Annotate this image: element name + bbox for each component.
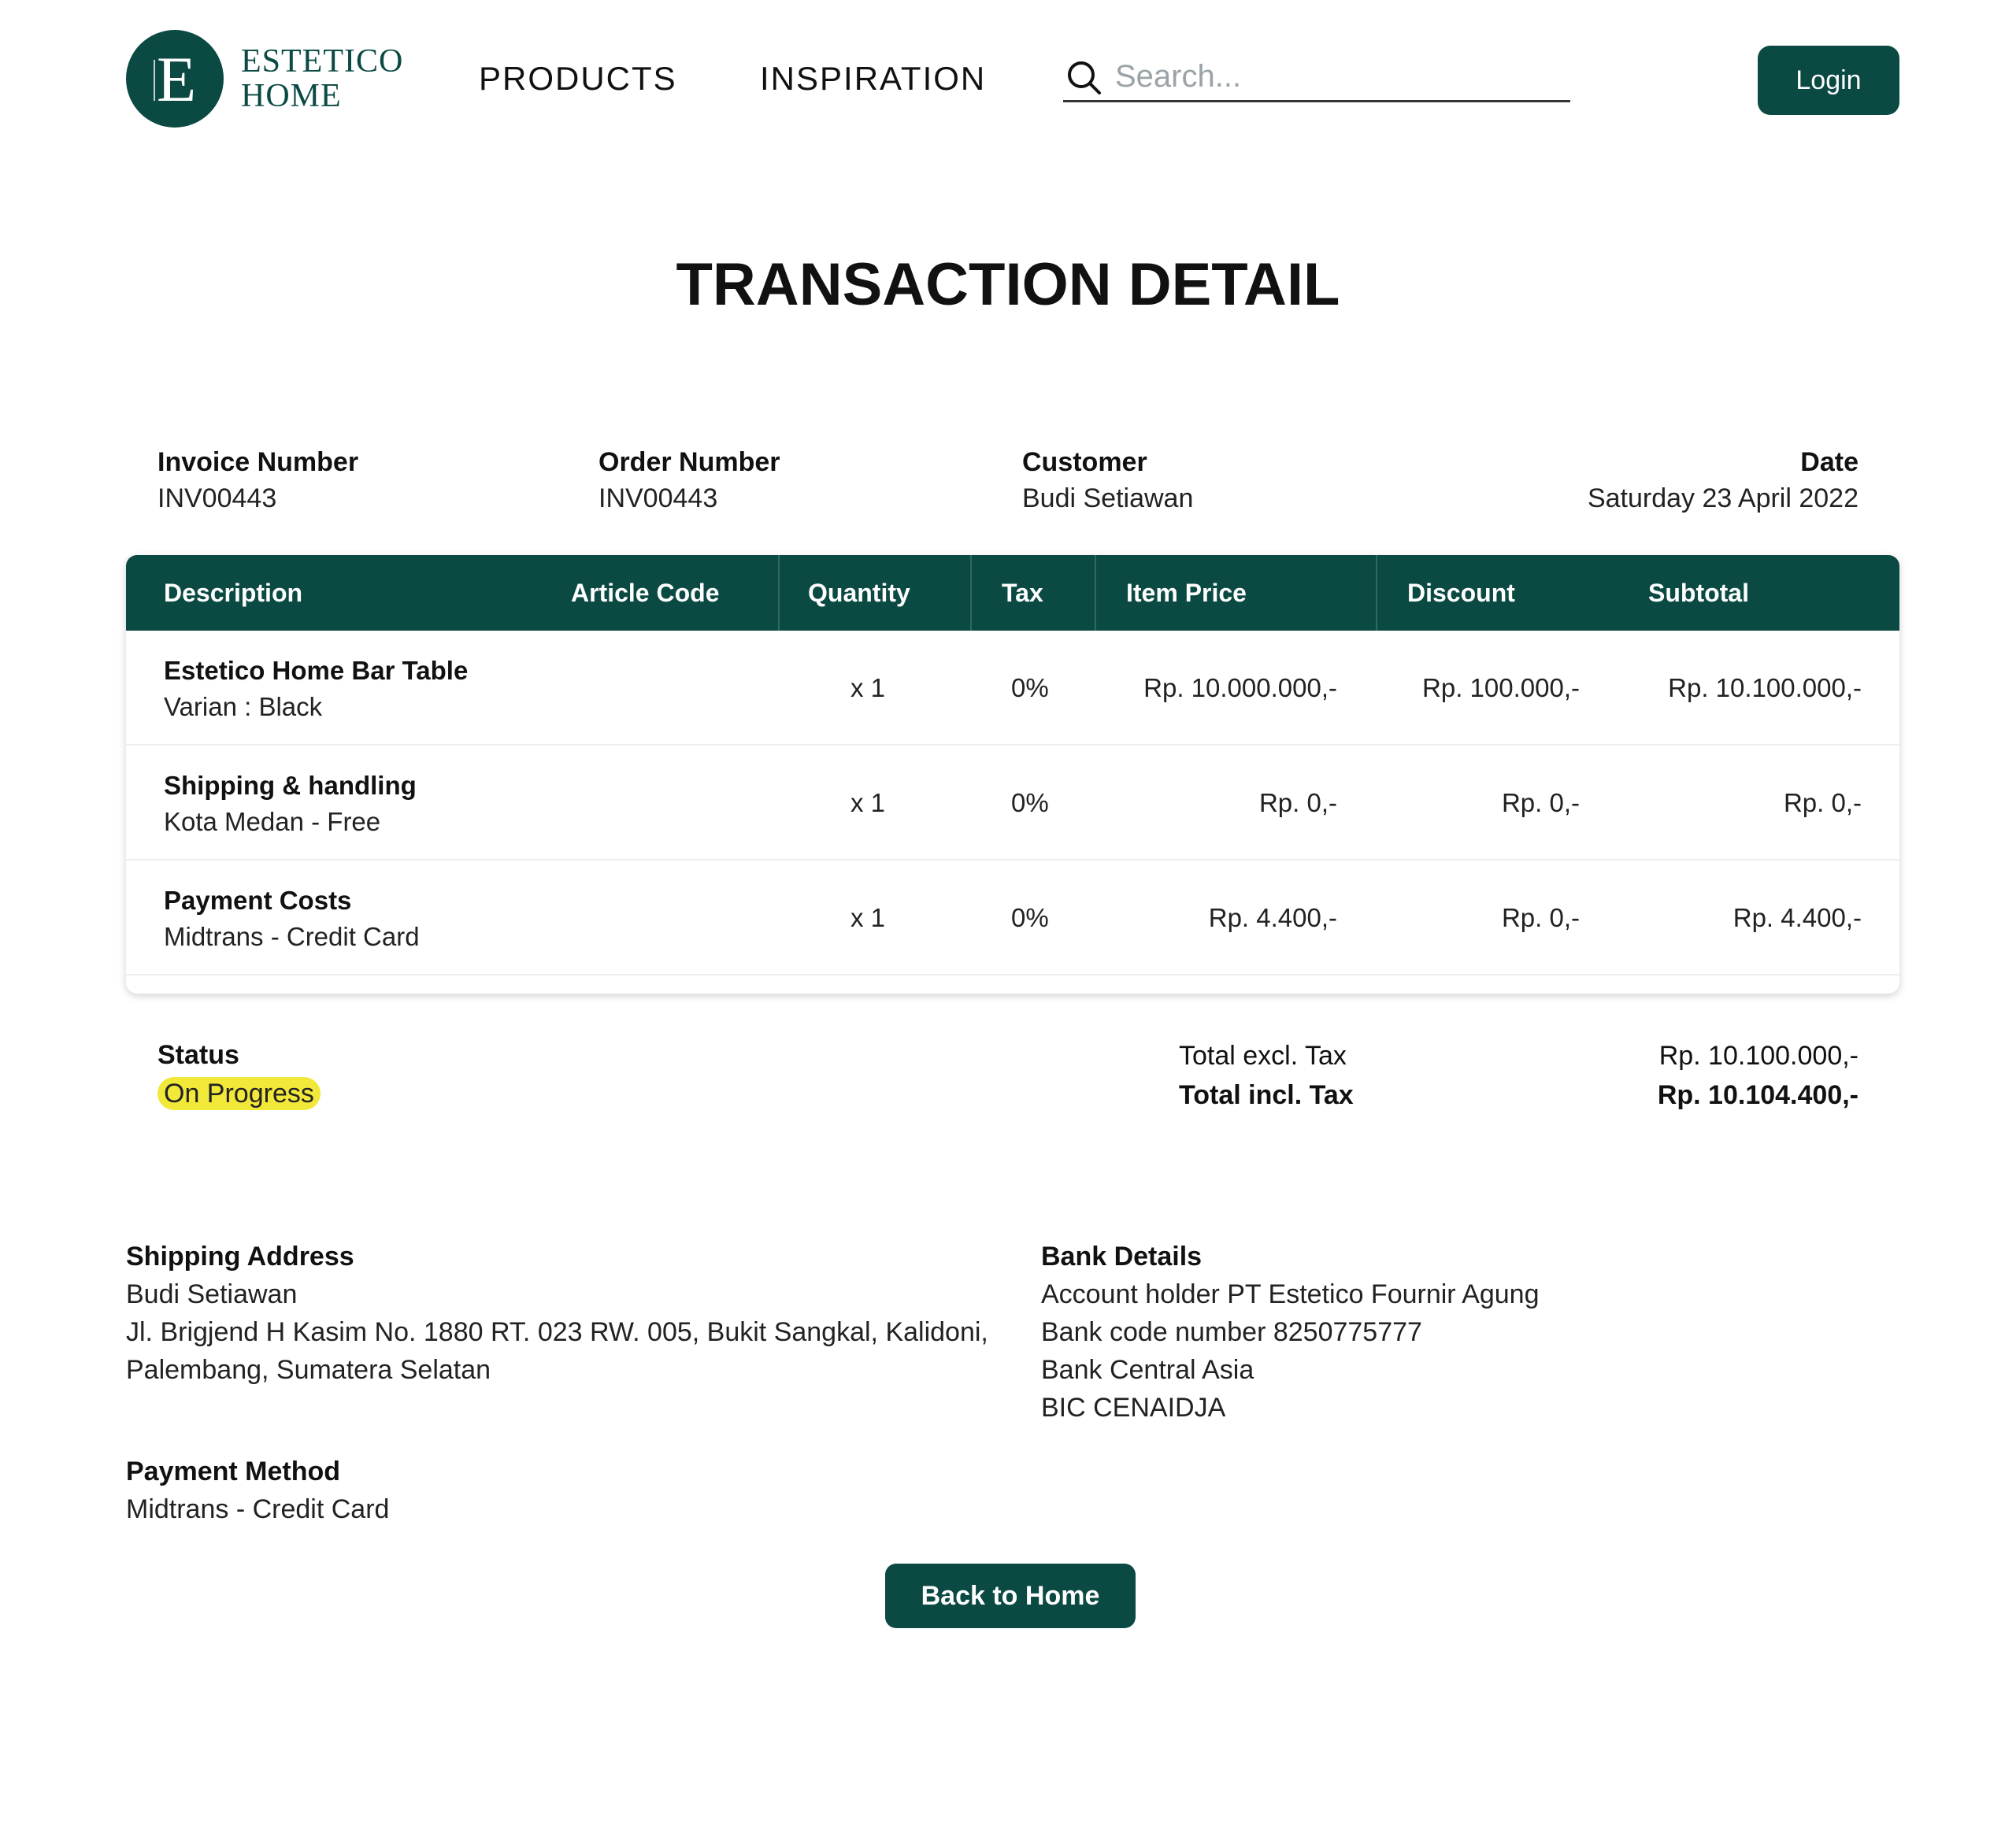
search-icon: [1068, 61, 1101, 94]
header-quantity: Quantity: [808, 578, 910, 607]
customer: Customer Budi Setiawan: [1022, 445, 1193, 517]
header-article-code: Article Code: [571, 578, 720, 607]
shipping-address-label: Shipping Address: [126, 1242, 354, 1272]
header-description: Description: [164, 578, 303, 607]
table-row: Shipping & handling Kota Medan - Free x …: [126, 746, 1899, 861]
brand-name-line2: HOME: [241, 78, 342, 114]
row-subtitle: Varian : Black: [164, 692, 323, 721]
order-status: Status On Progress: [158, 1036, 321, 1110]
row-discount: Rp. 100.000,-: [1422, 673, 1580, 702]
logo-mark-icon: E: [126, 30, 224, 128]
row-tax: 0%: [1011, 788, 1049, 817]
row-item-price: Rp. 10.000.000,-: [1143, 673, 1337, 702]
bank-account-holder: Account holder PT Estetico Fournir Agung: [1041, 1279, 1540, 1309]
table-row: Payment Costs Midtrans - Credit Card x 1…: [126, 861, 1899, 975]
total-excl-tax-label: Total excl. Tax: [1179, 1041, 1347, 1071]
customer-value: Budi Setiawan: [1022, 483, 1194, 513]
payment-method: Payment Method Midtrans - Credit Card: [126, 1453, 389, 1528]
row-description: Shipping & handling Kota Medan - Free: [164, 768, 417, 840]
row-discount: Rp. 0,-: [1501, 788, 1580, 817]
header-divider: [970, 555, 972, 631]
status-label: Status: [158, 1040, 239, 1070]
invoice-number-value: INV00443: [158, 483, 277, 513]
bank-code: Bank code number 8250775777: [1041, 1317, 1422, 1347]
row-quantity: x 1: [850, 903, 886, 932]
row-title: Payment Costs: [164, 886, 352, 915]
header-divider: [778, 555, 780, 631]
header-discount: Discount: [1407, 578, 1515, 607]
order-number: Order Number INV00443: [598, 445, 780, 517]
row-subtotal: Rp. 0,-: [1783, 788, 1862, 817]
payment-method-value: Midtrans - Credit Card: [126, 1494, 390, 1524]
header-tax: Tax: [1002, 578, 1043, 607]
row-tax: 0%: [1011, 673, 1049, 702]
back-to-home-button[interactable]: Back to Home: [885, 1564, 1136, 1628]
row-title: Estetico Home Bar Table: [164, 656, 469, 685]
bank-bic: BIC CENAIDJA: [1041, 1393, 1226, 1423]
row-subtitle: Kota Medan - Free: [164, 807, 381, 836]
page-title: TRANSACTION DETAIL: [676, 251, 1340, 318]
total-excl-tax-value: Rp. 10.100.000,-: [1658, 1041, 1858, 1071]
customer-label: Customer: [1022, 447, 1147, 477]
date-value: Saturday 23 April 2022: [1587, 483, 1858, 513]
shipping-line2: Palembang, Sumatera Selatan: [126, 1355, 491, 1385]
shipping-line1: Jl. Brigjend H Kasim No. 1880 RT. 023 RW…: [126, 1317, 988, 1347]
date: Date Saturday 23 April 2022: [1588, 445, 1858, 517]
brand-name: ESTETICO HOME: [241, 44, 403, 113]
header-divider: [1095, 555, 1096, 631]
header-item-price: Item Price: [1126, 578, 1247, 607]
nav-inspiration[interactable]: INSPIRATION: [760, 60, 986, 98]
shipping-name: Budi Setiawan: [126, 1279, 298, 1309]
invoice-number: Invoice Number INV00443: [158, 445, 358, 517]
bank-details-label: Bank Details: [1041, 1242, 1203, 1272]
table-row: Estetico Home Bar Table Varian : Black x…: [126, 631, 1899, 746]
login-button[interactable]: Login: [1758, 46, 1899, 115]
row-description: Payment Costs Midtrans - Credit Card: [164, 883, 420, 955]
order-number-label: Order Number: [598, 447, 780, 477]
row-item-price: Rp. 4.400,-: [1208, 903, 1337, 932]
totals-values: Rp. 10.100.000,- Rp. 10.104.400,-: [1658, 1036, 1858, 1115]
row-quantity: x 1: [850, 673, 886, 702]
row-subtotal: Rp. 10.100.000,-: [1668, 673, 1862, 702]
table-header: Description Article Code Quantity Tax It…: [126, 555, 1899, 631]
nav-products[interactable]: PRODUCTS: [479, 60, 677, 98]
invoice-number-label: Invoice Number: [158, 447, 359, 477]
status-badge: On Progress: [158, 1077, 321, 1110]
row-item-price: Rp. 0,-: [1258, 788, 1337, 817]
row-title: Shipping & handling: [164, 771, 417, 800]
totals-labels: Total excl. Tax Total incl. Tax: [1179, 1036, 1354, 1115]
payment-method-label: Payment Method: [126, 1457, 341, 1486]
row-discount: Rp. 0,-: [1501, 903, 1580, 932]
bank-name: Bank Central Asia: [1041, 1355, 1254, 1385]
brand-name-line1: ESTETICO: [241, 43, 404, 80]
svg-text:E: E: [157, 43, 196, 115]
row-subtotal: Rp. 4.400,-: [1732, 903, 1862, 932]
header-subtotal: Subtotal: [1648, 578, 1749, 607]
search-bar[interactable]: [1063, 54, 1570, 102]
row-quantity: x 1: [850, 788, 886, 817]
bank-details: Bank Details Account holder PT Estetico …: [1041, 1238, 1540, 1427]
row-tax: 0%: [1011, 903, 1049, 932]
date-label: Date: [1800, 447, 1858, 477]
total-incl-tax-value: Rp. 10.104.400,-: [1657, 1080, 1858, 1110]
row-subtitle: Midtrans - Credit Card: [164, 922, 420, 951]
search-input[interactable]: [1115, 59, 1556, 94]
shipping-address: Shipping Address Budi Setiawan Jl. Brigj…: [126, 1238, 988, 1389]
transaction-table: Description Article Code Quantity Tax It…: [126, 555, 1899, 994]
total-incl-tax-label: Total incl. Tax: [1179, 1080, 1354, 1110]
brand-logo[interactable]: E ESTETICO HOME: [126, 30, 403, 128]
order-number-value: INV00443: [598, 483, 718, 513]
site-header: E ESTETICO HOME PRODUCTS INSPIRATION Log…: [126, 30, 1899, 131]
row-description: Estetico Home Bar Table Varian : Black: [164, 653, 468, 725]
header-divider: [1376, 555, 1377, 631]
